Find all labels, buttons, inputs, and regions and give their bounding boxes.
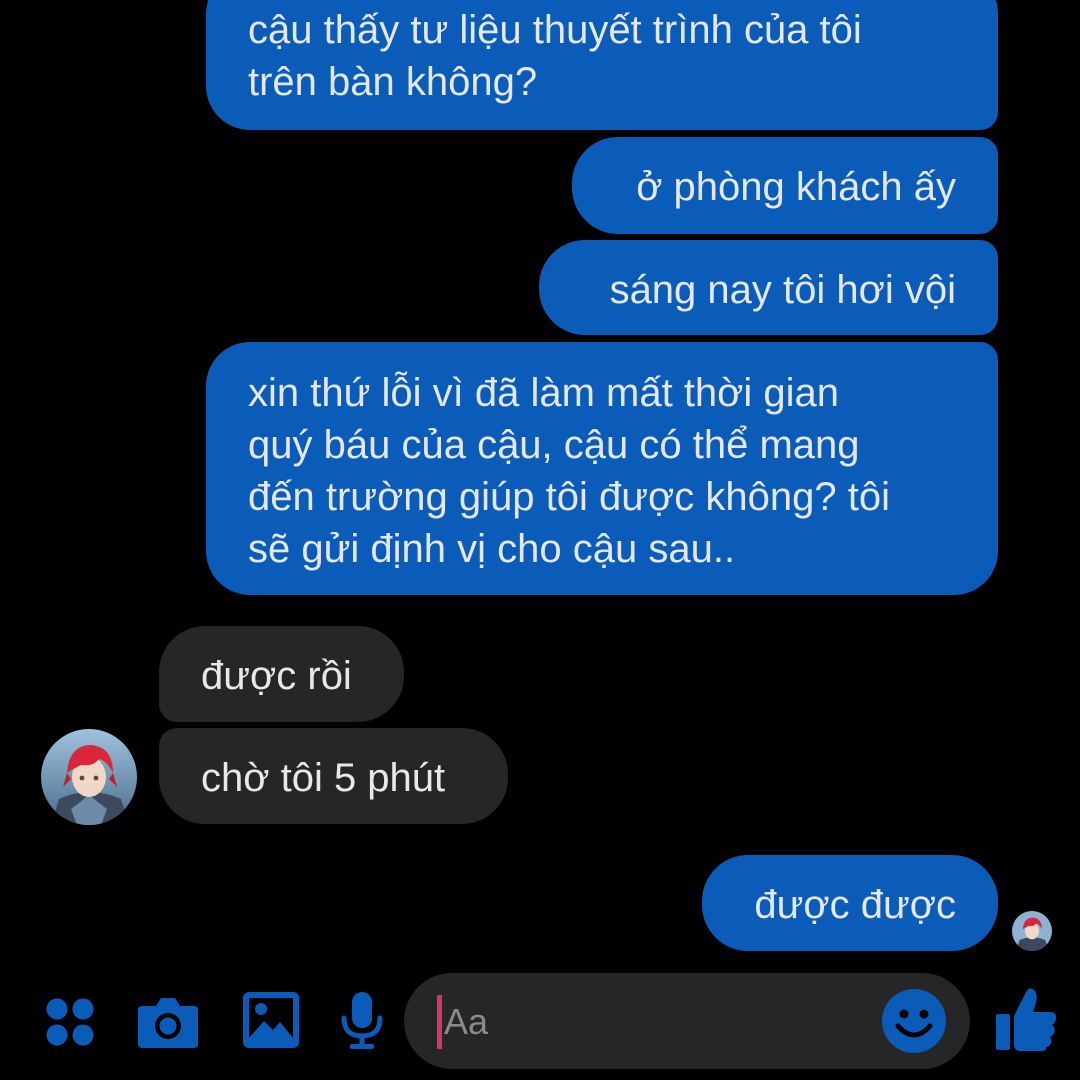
read-receipt-avatar — [1012, 911, 1052, 951]
message-bubble-sent[interactable]: sáng nay tôi hơi vội — [539, 240, 998, 335]
image-icon[interactable] — [242, 991, 300, 1049]
message-bubble-sent[interactable]: cậu thấy tư liệu thuyết trình của tôi tr… — [206, 0, 998, 130]
text-caret — [437, 995, 442, 1049]
message-bubble-received[interactable]: chờ tôi 5 phút — [159, 728, 508, 824]
thumbs-up-icon[interactable] — [994, 986, 1058, 1052]
camera-icon[interactable] — [136, 994, 200, 1050]
microphone-icon[interactable] — [340, 990, 384, 1050]
message-bubble-received[interactable]: được rồi — [159, 626, 404, 722]
message-composer[interactable]: Aa — [404, 973, 970, 1069]
contact-avatar-image — [41, 729, 137, 825]
message-bubble-sent[interactable]: xin thứ lỗi vì đã làm mất thời gian quý … — [206, 342, 998, 595]
emoji-icon[interactable] — [881, 988, 947, 1054]
message-bubble-sent[interactable]: ở phòng khách ấy — [572, 137, 998, 234]
apps-icon[interactable] — [44, 996, 96, 1048]
read-receipt-avatar-image — [1012, 911, 1052, 951]
message-input-placeholder[interactable]: Aa — [444, 1001, 488, 1043]
contact-avatar[interactable] — [41, 729, 137, 825]
message-bubble-sent[interactable]: được được — [702, 855, 998, 951]
